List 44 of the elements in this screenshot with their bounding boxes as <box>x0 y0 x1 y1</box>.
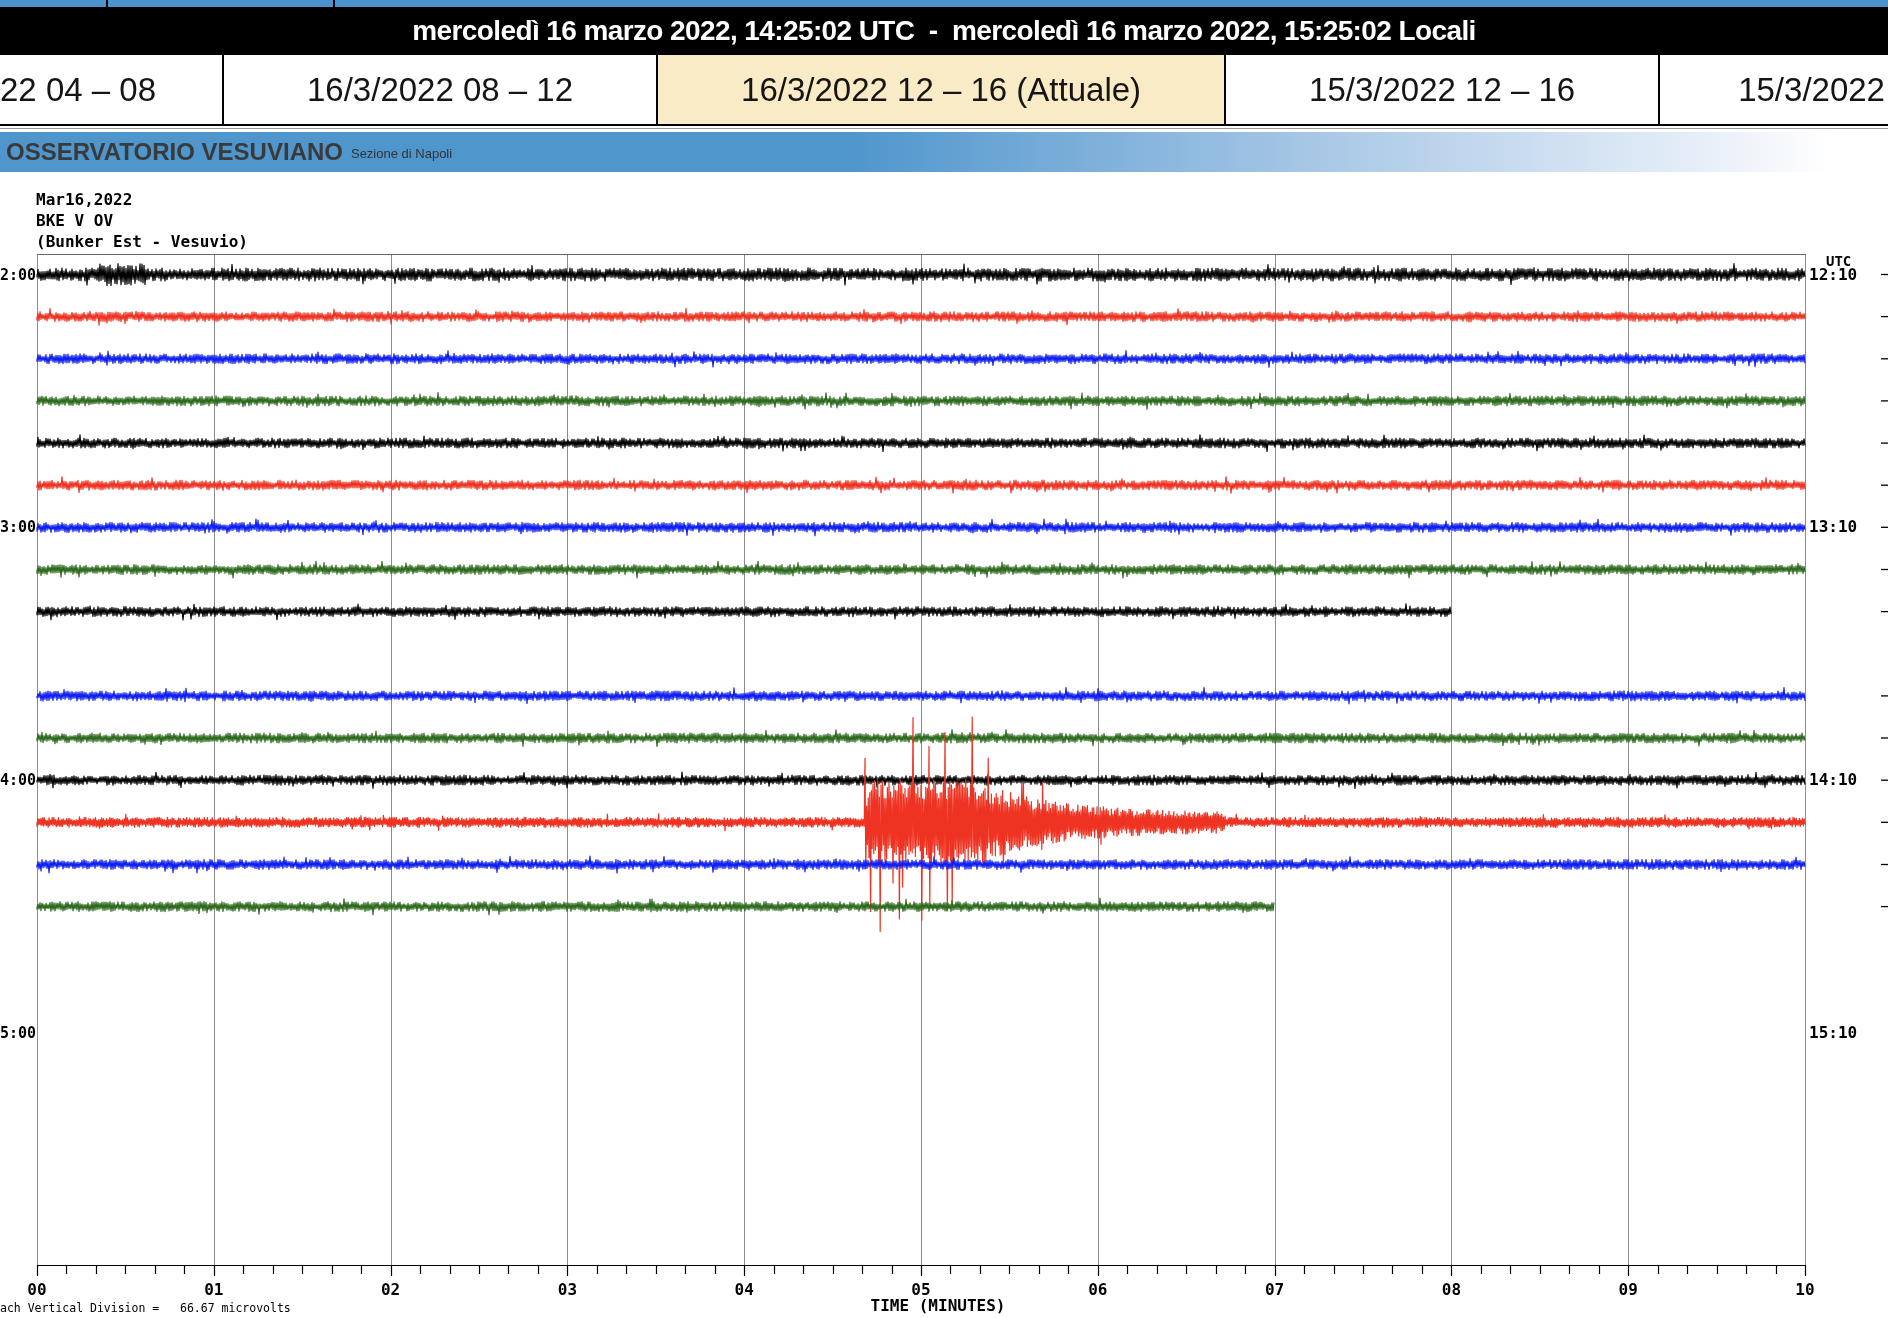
hour-label: 2:00 <box>0 265 36 284</box>
hour-label: 5:00 <box>0 1024 36 1042</box>
record-date: Mar16,2022 <box>36 189 133 210</box>
hour-label: 13:10 <box>1809 517 1858 537</box>
axis-tick-label: 01 <box>204 1280 224 1299</box>
banner-title: OSSERVATORIO VESUVIANO <box>6 138 343 166</box>
station-code: BKE V OV <box>36 210 114 231</box>
tick-mark <box>1880 821 1888 823</box>
axis-tick-label: 07 <box>1264 1280 1285 1299</box>
scale-note: ach Vertical Division = 66.67 microvolts <box>0 1301 291 1315</box>
tick-mark <box>1880 905 1888 908</box>
banner-subtitle: Sezione di Napoli <box>350 146 453 161</box>
axis-tick-label: 03 <box>557 1280 578 1299</box>
axis-tick-label: 08 <box>1441 1280 1462 1299</box>
tick-mark <box>1880 526 1888 528</box>
tick-mark <box>1880 442 1888 444</box>
tick-mark <box>1880 779 1888 781</box>
tick-mark <box>1880 863 1888 866</box>
axis-tick-label: 04 <box>734 1280 754 1299</box>
axis-tick-label: 05 <box>911 1280 931 1299</box>
tick-mark <box>1880 568 1888 571</box>
axis-tick-label: 09 <box>1618 1280 1638 1299</box>
tick-mark <box>1880 737 1888 739</box>
header-datetime: mercoledì 16 marzo 2022, 14:25:02 UTC - mercoledì 16 marzo 2022, 15:25:02 Locali <box>412 15 1476 47</box>
time-range-tab[interactable]: 22 04 – 08 <box>0 55 224 124</box>
tick-mark <box>1880 695 1888 697</box>
tick-mark <box>1880 358 1888 360</box>
axis-tick-label: 00 <box>27 1280 47 1299</box>
hour-label: 14:10 <box>1809 770 1858 790</box>
tick-mark <box>1880 400 1888 402</box>
station-location: (Bunker Est - Vesuvio) <box>36 231 248 252</box>
hour-label: 15:10 <box>1809 1023 1858 1042</box>
hour-label: 3:00 <box>0 518 36 537</box>
axis-tick-label: 02 <box>380 1280 401 1299</box>
tick-mark <box>1880 484 1888 486</box>
time-range-tab[interactable]: 16/3/2022 12 – 16 (Attuale) <box>658 55 1227 124</box>
tick-mark <box>1880 610 1888 613</box>
tick-mark <box>1880 273 1888 276</box>
axis-tick-label: 10 <box>1795 1280 1815 1299</box>
axis-title: TIME (MINUTES) <box>870 1296 1006 1315</box>
tick-mark <box>1880 315 1888 318</box>
axis-tick-label: 06 <box>1088 1280 1108 1299</box>
timezone-label: UTC <box>1826 253 1852 269</box>
hour-label: 4:00 <box>0 771 36 790</box>
